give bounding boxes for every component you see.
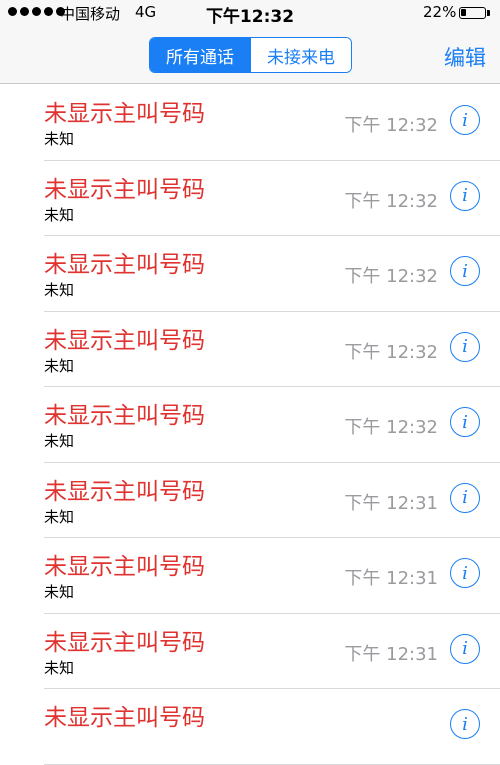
call-time: 下午 12:31: [344, 492, 438, 514]
caller-name: 未显示主叫号码: [44, 554, 205, 580]
info-icon[interactable]: i: [450, 180, 480, 211]
call-row[interactable]: 未显示主叫号码 未知 下午 12:32 i: [0, 311, 500, 387]
call-filter-segmented-control: 所有通话 未接来电: [149, 37, 352, 73]
call-row[interactable]: 未显示主叫号码 未知 下午 12:31 i: [0, 537, 500, 613]
tab-missed-calls[interactable]: 未接来电: [250, 38, 351, 72]
battery-icon: [459, 7, 486, 19]
caller-name: 未显示主叫号码: [44, 327, 205, 354]
caller-name: 未显示主叫号码: [44, 176, 205, 203]
caller-name: 未显示主叫号码: [44, 101, 205, 127]
caller-type: 未知: [44, 205, 75, 224]
caller-type: 未知: [44, 130, 75, 148]
call-row[interactable]: 未显示主叫号码 未知 下午 12:31 i: [0, 613, 500, 689]
caller-type: 未知: [44, 658, 75, 677]
info-icon[interactable]: i: [450, 331, 480, 362]
caller-type: 未知: [44, 432, 75, 450]
call-row[interactable]: 未显示主叫号码 未知 下午 12:32 i: [0, 160, 500, 236]
caller-type: 未知: [44, 356, 75, 375]
call-time: 下午 12:32: [344, 266, 438, 287]
status-bar: 中国移动 4G 下午12:32 22%: [0, 0, 500, 28]
caller-name: 未显示主叫号码: [44, 705, 205, 731]
caller-type: 未知: [44, 281, 75, 299]
call-row[interactable]: 未显示主叫号码 未知 下午 12:32 i: [0, 235, 500, 311]
info-icon[interactable]: i: [450, 709, 480, 739]
caller-name: 未显示主叫号码: [44, 629, 205, 656]
call-row[interactable]: 未显示主叫号码 未知 下午 12:32 i: [0, 386, 500, 462]
call-time: 下午 12:32: [344, 115, 438, 136]
caller-type: 未知: [44, 583, 75, 601]
call-time: 下午 12:31: [344, 643, 438, 665]
info-icon[interactable]: i: [450, 105, 480, 135]
info-icon[interactable]: i: [450, 633, 480, 664]
call-row[interactable]: 未显示主叫号码 i: [0, 688, 500, 764]
info-icon[interactable]: i: [450, 256, 480, 286]
battery-tip: [487, 10, 490, 16]
caller-name: 未显示主叫号码: [44, 403, 205, 429]
caller-type: 未知: [44, 507, 75, 526]
info-icon[interactable]: i: [450, 407, 480, 437]
call-list: 未显示主叫号码 未知 下午 12:32 i 未显示主叫号码 未知 下午 12:3…: [0, 84, 500, 764]
call-time: 下午 12:31: [344, 568, 438, 589]
edit-button[interactable]: 编辑: [444, 42, 486, 72]
info-icon[interactable]: i: [450, 482, 480, 513]
call-row[interactable]: 未显示主叫号码 未知 下午 12:32 i: [0, 84, 500, 160]
nav-bar: 所有通话 未接来电 编辑: [0, 28, 500, 84]
call-time: 下午 12:32: [344, 417, 438, 438]
call-row[interactable]: 未显示主叫号码 未知 下午 12:31 i: [0, 462, 500, 538]
info-icon[interactable]: i: [450, 558, 480, 588]
battery-percent: 22%: [423, 3, 457, 21]
call-time: 下午 12:32: [344, 341, 438, 363]
tab-all-calls[interactable]: 所有通话: [150, 38, 250, 72]
call-time: 下午 12:32: [344, 190, 438, 212]
caller-name: 未显示主叫号码: [44, 252, 205, 278]
caller-name: 未显示主叫号码: [44, 478, 205, 505]
